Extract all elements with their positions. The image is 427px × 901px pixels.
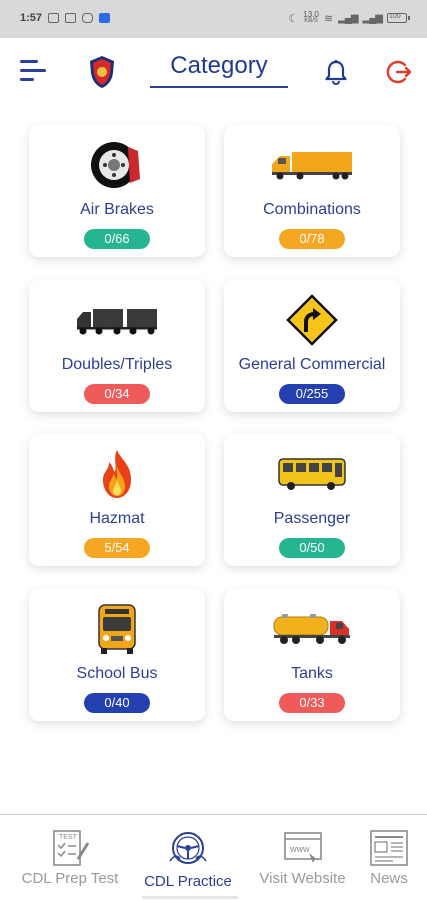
category-card-school-bus[interactable]: School Bus 0/40 <box>29 589 205 721</box>
nav-news[interactable]: News <box>360 815 418 901</box>
fire-icon <box>29 448 205 500</box>
page-title: Category <box>170 52 268 79</box>
category-label: School Bus <box>76 665 158 682</box>
www-icon: www <box>283 829 323 872</box>
bell-icon[interactable] <box>325 59 347 90</box>
category-label: Air Brakes <box>80 201 154 218</box>
truck-icon <box>224 139 400 191</box>
active-tab-indicator <box>142 896 238 899</box>
category-card-tanks[interactable]: Tanks 0/33 <box>224 589 400 721</box>
category-card-passenger[interactable]: Passenger 0/50 <box>224 434 400 566</box>
brake-icon <box>29 139 205 191</box>
wifi-icon: ≋ <box>323 12 334 25</box>
progress-badge: 0/66 <box>84 229 150 249</box>
battery-icon: 100 <box>387 13 410 23</box>
moon-icon: ☾ <box>288 12 299 25</box>
progress-badge: 0/255 <box>279 384 345 404</box>
mail-icon <box>48 13 60 23</box>
network-speed-value: 13.0 <box>303 10 319 19</box>
battery-level: 100 <box>389 13 401 20</box>
category-label: Passenger <box>273 510 351 527</box>
category-label: Doubles/Triples <box>61 356 173 373</box>
nav-label: CDL Prep Test <box>21 870 119 887</box>
category-card-general-commercial[interactable]: General Commercial 0/255 <box>224 280 400 412</box>
category-label: Hazmat <box>89 510 145 527</box>
instagram-icon <box>82 13 94 23</box>
status-time: 1:57 <box>20 12 43 24</box>
nav-label: CDL Practice <box>144 873 232 890</box>
app-header: Category <box>0 38 427 108</box>
category-card-doubles-triples[interactable]: Doubles/Triples 0/34 <box>29 280 205 412</box>
tanker-truck-icon <box>224 603 400 655</box>
title-underline <box>150 86 288 88</box>
nav-visit-website[interactable]: www Visit Website <box>245 815 360 901</box>
category-card-air-brakes[interactable]: Air Brakes 0/66 <box>29 125 205 257</box>
bottom-navigation: TEST CDL Prep Test CDL Practice www Visi… <box>0 814 427 901</box>
category-label: General Commercial <box>238 356 386 373</box>
progress-badge: 0/78 <box>279 229 345 249</box>
steering-wheel-icon <box>168 829 208 872</box>
signal-icon: ▂▄▆ <box>338 12 358 24</box>
signal-icon-2: ▂▄▆ <box>362 12 383 24</box>
progress-badge: 0/33 <box>279 693 345 713</box>
menu-icon[interactable] <box>20 60 48 82</box>
progress-badge: 0/40 <box>84 693 150 713</box>
road-sign-icon <box>224 294 400 346</box>
bus-icon <box>224 448 400 500</box>
category-label: Tanks <box>291 665 333 682</box>
logout-icon[interactable] <box>386 59 412 90</box>
status-bar: 1:57 ☾ 13.0 KB/S ≋ ▂▄▆ ▂▄▆ 100 <box>0 0 427 38</box>
progress-badge: 0/34 <box>84 384 150 404</box>
nav-label: Visit Website <box>259 870 346 887</box>
nav-label: News <box>370 870 408 887</box>
category-card-combinations[interactable]: Combinations 0/78 <box>224 125 400 257</box>
test-sheet-icon: TEST <box>50 829 90 872</box>
shield-logo-icon <box>88 55 116 94</box>
category-card-hazmat[interactable]: Hazmat 5/54 <box>29 434 205 566</box>
svg-text:www: www <box>289 844 310 854</box>
svg-text:TEST: TEST <box>59 834 78 841</box>
category-label: Combinations <box>263 201 361 218</box>
network-speed: 13.0 KB/S <box>303 11 319 25</box>
gallery-icon <box>65 13 77 23</box>
newspaper-icon <box>369 829 409 872</box>
progress-badge: 0/50 <box>279 538 345 558</box>
network-speed-unit: KB/S <box>304 18 318 24</box>
app-notification-icon <box>99 13 111 23</box>
school-bus-icon <box>29 603 205 655</box>
nav-cdl-prep-test[interactable]: TEST CDL Prep Test <box>10 815 130 901</box>
progress-badge: 5/54 <box>84 538 150 558</box>
nav-cdl-practice[interactable]: CDL Practice <box>128 815 248 901</box>
double-trailer-icon <box>29 294 205 346</box>
